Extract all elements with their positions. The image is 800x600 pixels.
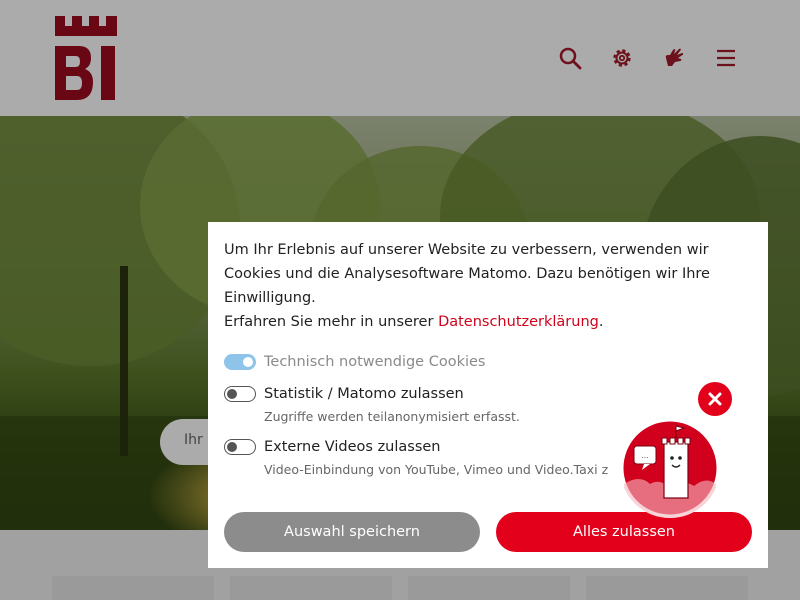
cookie-consent-dialog: Um Ihr Erlebnis auf unserer Website zu v…	[208, 222, 768, 568]
tower-mascot-icon: ...	[620, 418, 720, 518]
cookie-intro-text: Um Ihr Erlebnis auf unserer Website zu v…	[224, 242, 710, 330]
chatbot-mascot-button[interactable]: ...	[620, 418, 720, 518]
close-icon[interactable]	[698, 382, 732, 416]
privacy-policy-link[interactable]: Datenschutzerklärung	[438, 314, 599, 330]
cookie-option-videos: Externe Videos zulassen	[224, 439, 441, 455]
accept-all-button[interactable]: Alles zulassen	[496, 512, 752, 552]
save-selection-button[interactable]: Auswahl speichern	[224, 512, 480, 552]
necessary-cookies-toggle	[224, 354, 256, 370]
mascot-speech-text: ...	[642, 452, 649, 460]
statistics-description: Zugriffe werden teilanonymisiert erfasst…	[264, 409, 520, 424]
cookie-option-statistics: Statistik / Matomo zulassen	[224, 386, 464, 402]
cookie-option-necessary: Technisch notwendige Cookies	[224, 354, 485, 370]
external-videos-description: Video-Einbindung von YouTube, Vimeo und …	[264, 462, 609, 477]
statistics-label[interactable]: Statistik / Matomo zulassen	[264, 386, 464, 402]
external-videos-toggle[interactable]	[224, 439, 256, 455]
external-videos-label[interactable]: Externe Videos zulassen	[264, 439, 441, 455]
statistics-toggle[interactable]	[224, 386, 256, 402]
necessary-cookies-label: Technisch notwendige Cookies	[264, 354, 486, 370]
